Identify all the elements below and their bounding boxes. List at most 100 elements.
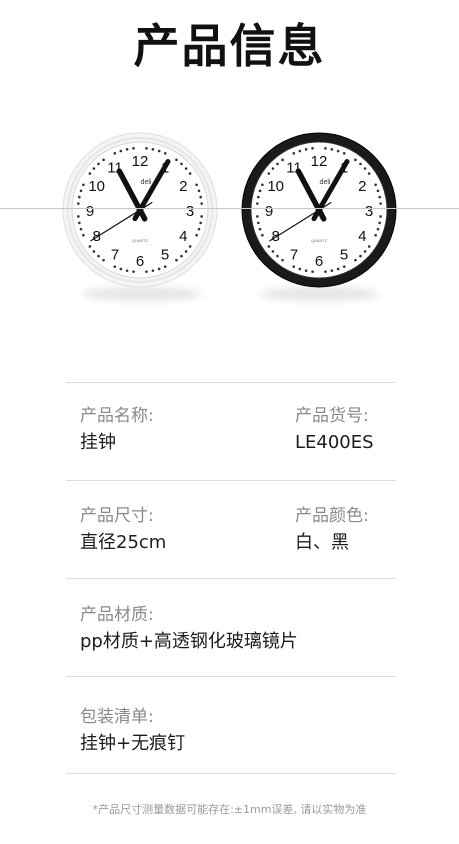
minute-dot — [151, 148, 155, 151]
minute-dot — [363, 250, 367, 253]
minute-dot — [292, 152, 296, 155]
minute-dot — [379, 202, 382, 205]
minute-dot — [79, 227, 83, 231]
dial-number: 7 — [290, 246, 298, 263]
minute-dot — [374, 183, 377, 187]
minute-dot — [163, 152, 167, 155]
minute-dot — [276, 254, 279, 258]
dial-number: 6 — [315, 253, 323, 270]
minute-dot — [324, 270, 327, 273]
divider — [66, 578, 396, 579]
minute-dot — [157, 149, 161, 153]
clock-shadow — [82, 287, 202, 301]
minute-dot — [132, 270, 135, 273]
minute-dot — [261, 183, 264, 187]
horizontal-guide-line — [0, 208, 459, 209]
minute-dot — [256, 202, 259, 205]
product-color-value: 白、黑 — [295, 532, 349, 553]
minute-dot — [258, 227, 262, 231]
minute-dot — [97, 162, 100, 166]
minute-dot — [102, 258, 105, 262]
dial-number: 4 — [358, 228, 366, 245]
minute-dot — [82, 183, 85, 187]
minute-dot — [298, 149, 302, 153]
dial-number: 10 — [88, 178, 105, 195]
minute-dot — [311, 147, 314, 150]
white-wall-clock-image: 121234567891011deliQUARTZ — [62, 132, 218, 288]
clock-shadow — [259, 287, 379, 301]
minute-dot — [125, 148, 129, 151]
product-size-label: 产品尺寸: — [80, 506, 154, 526]
dial-number: 6 — [136, 253, 144, 270]
minute-dot — [151, 269, 155, 272]
product-sku-value: LE400ES — [295, 432, 374, 453]
minute-dot — [261, 233, 264, 237]
minute-dot — [359, 162, 362, 166]
minute-dot — [113, 265, 117, 268]
minute-dot — [276, 162, 279, 166]
minute-dot — [354, 158, 357, 162]
minute-dot — [77, 202, 80, 205]
minute-dot — [79, 189, 83, 193]
product-material-label: 产品材质: — [80, 605, 154, 625]
dial-number: 2 — [358, 178, 366, 195]
minute-dot — [180, 162, 183, 166]
minute-dot — [367, 172, 371, 175]
divider — [66, 676, 396, 677]
minute-dot — [184, 167, 188, 170]
minute-dot — [342, 265, 346, 268]
minute-dot — [199, 221, 202, 225]
minute-dot — [119, 149, 123, 153]
minute-dot — [88, 245, 92, 248]
dial-number: 5 — [161, 246, 169, 263]
minute-dot — [281, 158, 284, 162]
product-size-value: 直径25cm — [80, 532, 167, 553]
package-list-label: 包装清单: — [80, 707, 154, 727]
minute-dot — [336, 267, 340, 271]
minute-dot — [78, 195, 81, 199]
product-sku-label: 产品货号: — [295, 406, 369, 426]
minute-dot — [145, 147, 148, 150]
dial-number: 3 — [186, 203, 194, 220]
dial-number: 10 — [267, 178, 284, 195]
black-wall-clock-image: 121234567891011deliQUARTZ — [241, 132, 397, 288]
dial-number: 2 — [179, 178, 187, 195]
minute-dot — [267, 172, 271, 175]
product-name-value: 挂钟 — [80, 432, 116, 453]
minute-dot — [258, 189, 262, 193]
minute-dot — [363, 167, 367, 170]
dial-number: 12 — [311, 153, 328, 170]
brand-label: deli — [320, 179, 331, 186]
dial-number: 4 — [179, 228, 187, 245]
minute-dot — [200, 202, 203, 205]
minute-dot — [119, 267, 123, 271]
minute-dot — [102, 158, 105, 162]
quartz-label: QUARTZ — [132, 238, 149, 243]
minute-dot — [298, 267, 302, 271]
minute-dot — [292, 265, 296, 268]
minute-dot — [180, 254, 183, 258]
dial-number: 9 — [265, 203, 273, 220]
divider — [66, 773, 396, 774]
minute-dot — [132, 147, 135, 150]
minute-dot — [281, 258, 284, 262]
minute-dot — [257, 195, 260, 199]
minute-dot — [379, 215, 382, 218]
minute-dot — [267, 245, 271, 248]
minute-dot — [197, 189, 201, 193]
minute-dot — [374, 233, 377, 237]
divider — [66, 480, 396, 481]
minute-dot — [77, 215, 80, 218]
minute-dot — [197, 227, 201, 231]
minute-dot — [257, 221, 260, 225]
minute-dot — [336, 149, 340, 153]
product-color-label: 产品颜色: — [295, 506, 369, 526]
minute-dot — [195, 183, 198, 187]
minute-dot — [354, 258, 357, 262]
minute-dot — [188, 245, 192, 248]
minute-dot — [184, 250, 188, 253]
dial-number: 3 — [365, 203, 373, 220]
minute-dot — [330, 269, 334, 272]
minute-dot — [113, 152, 117, 155]
minute-dot — [97, 254, 100, 258]
